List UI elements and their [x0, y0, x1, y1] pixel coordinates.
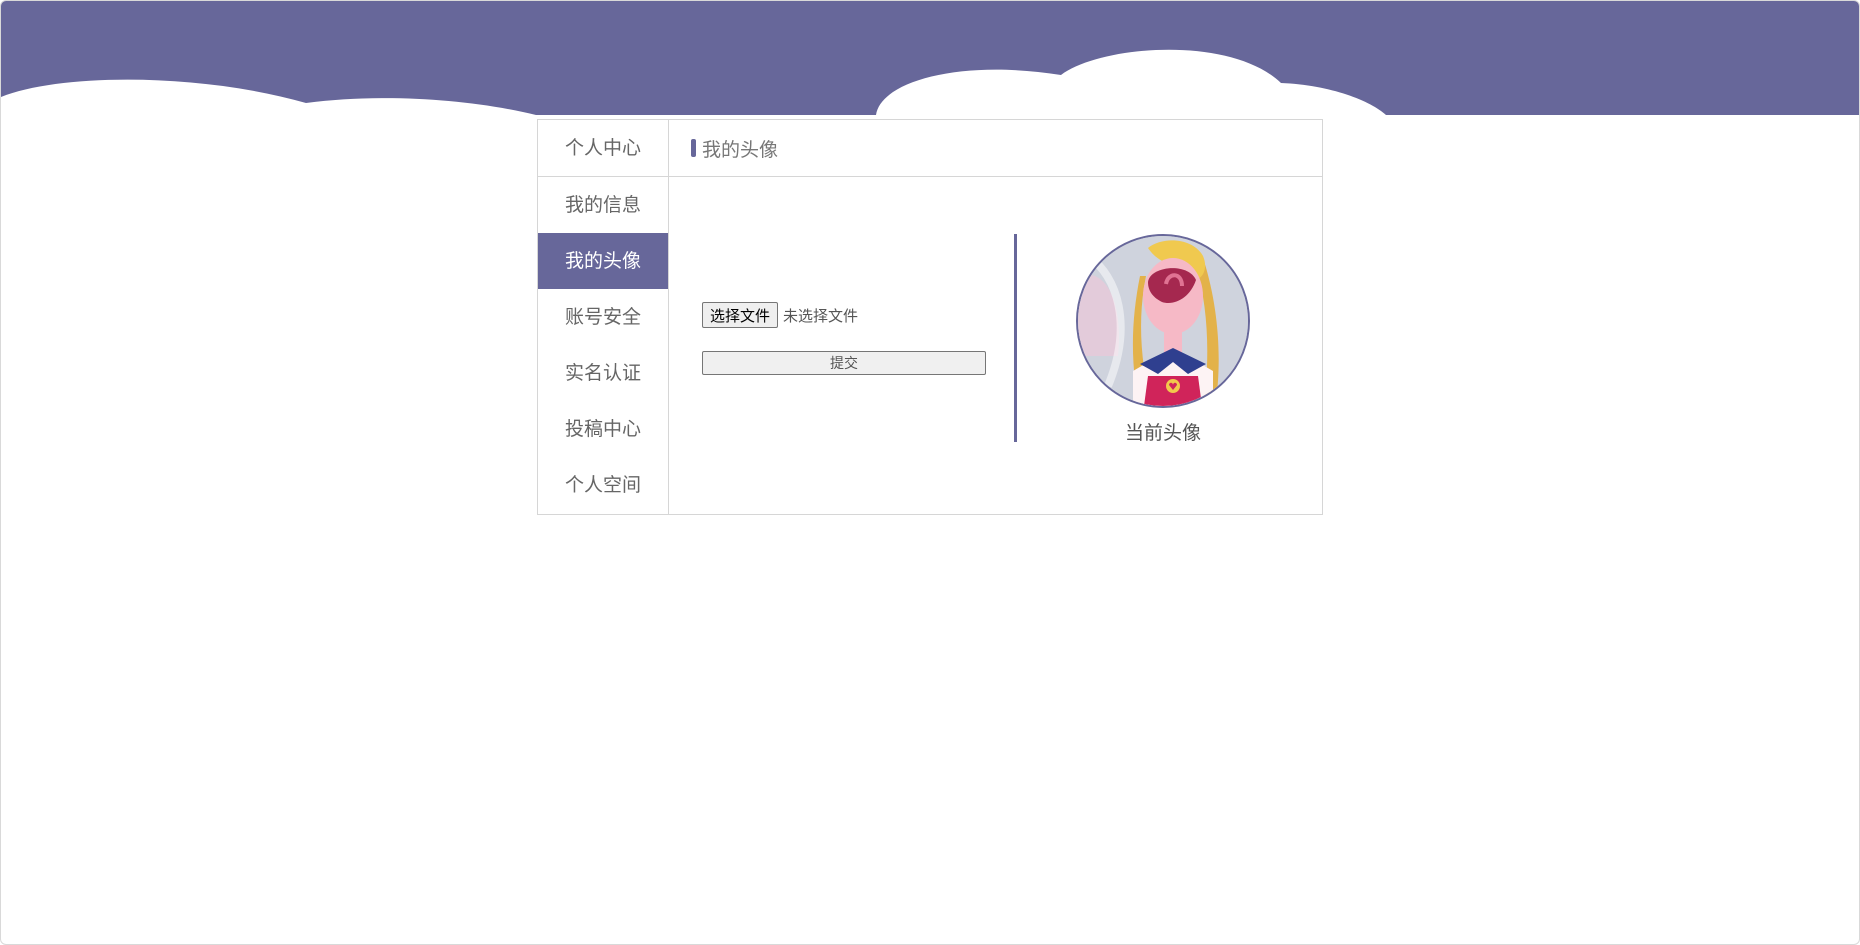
choose-file-button[interactable]: 选择文件 [702, 302, 779, 328]
main-content: 我的头像 选择文件 未选择文件 提交 当前头像 [669, 120, 1322, 514]
sidebar-heading: 个人中心 [538, 120, 668, 177]
current-avatar-section: 当前头像 [1076, 234, 1250, 445]
file-input: 选择文件 未选择文件 [702, 302, 1002, 328]
sidebar-item-real-name-verification[interactable]: 实名认证 [538, 345, 668, 401]
section-title: 我的头像 [702, 138, 779, 161]
sidebar: 个人中心 我的信息 我的头像 账号安全 实名认证 投稿中心 个人空间 [538, 120, 669, 514]
profile-panel: 个人中心 我的信息 我的头像 账号安全 实名认证 投稿中心 个人空间 我的头像 … [537, 119, 1323, 515]
page: 个人中心 我的信息 我的头像 账号安全 实名认证 投稿中心 个人空间 我的头像 … [0, 0, 1860, 945]
no-file-status: 未选择文件 [783, 306, 859, 325]
vertical-divider [1014, 234, 1017, 442]
sidebar-item-my-avatar[interactable]: 我的头像 [538, 233, 668, 289]
sidebar-item-my-info[interactable]: 我的信息 [538, 177, 668, 233]
submit-button[interactable]: 提交 [702, 351, 986, 375]
sidebar-item-account-security[interactable]: 账号安全 [538, 289, 668, 345]
upload-form: 选择文件 未选择文件 提交 [702, 302, 1002, 375]
title-accent-bar [691, 139, 696, 157]
avatar-caption: 当前头像 [1124, 422, 1201, 444]
sidebar-item-submission-center[interactable]: 投稿中心 [538, 401, 668, 457]
cloud-decoration [1, 49, 1386, 115]
sidebar-item-personal-space[interactable]: 个人空间 [538, 457, 668, 513]
section-header: 我的头像 [669, 120, 1322, 177]
user-avatar-icon [1078, 236, 1248, 406]
avatar-image [1076, 234, 1250, 408]
